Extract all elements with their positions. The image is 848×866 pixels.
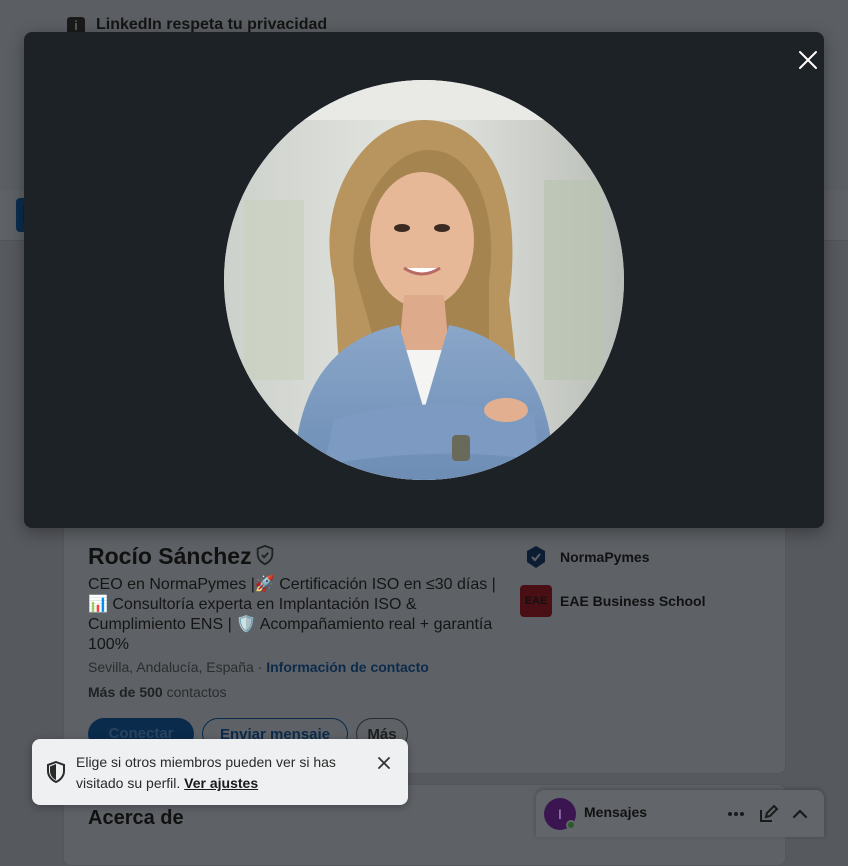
messaging-bar[interactable]: I Mensajes bbox=[536, 790, 824, 837]
separator: · bbox=[253, 659, 267, 675]
close-icon[interactable] bbox=[376, 755, 392, 771]
profile-photo-modal bbox=[24, 32, 824, 528]
compose-icon[interactable] bbox=[756, 802, 780, 826]
messaging-label: Mensajes bbox=[584, 804, 648, 820]
view-settings-link[interactable]: Ver ajustes bbox=[184, 775, 258, 791]
eae-logo-icon: EAE bbox=[520, 585, 552, 617]
shield-icon bbox=[47, 761, 65, 783]
profile-headline: CEO en NormaPymes |🚀 Certificación ISO e… bbox=[88, 576, 496, 653]
normapymes-logo-icon bbox=[527, 546, 545, 568]
eae-logo-text: EAE bbox=[524, 595, 548, 607]
close-icon[interactable] bbox=[796, 48, 820, 72]
contact-info-link[interactable]: Información de contacto bbox=[266, 659, 429, 675]
about-title: Acerca de bbox=[88, 807, 184, 829]
verified-shield-icon[interactable] bbox=[254, 544, 276, 566]
school-name: EAE Business School bbox=[560, 593, 706, 609]
profile-photo-image bbox=[224, 80, 624, 480]
chevron-up-icon[interactable] bbox=[788, 802, 812, 826]
more-options-icon[interactable] bbox=[724, 802, 748, 826]
connections-number: Más de 500 bbox=[88, 684, 163, 700]
profile-location-line: Sevilla, Andalucía, España · Información… bbox=[88, 659, 429, 675]
privacy-toast: Elige si otros miembros pueden ver si ha… bbox=[32, 739, 408, 805]
company-name: NormaPymes bbox=[560, 549, 650, 565]
toast-message: Elige si otros miembros pueden ver si ha… bbox=[76, 752, 366, 794]
profile-name: Rocío Sánchez bbox=[88, 543, 252, 569]
connections-count[interactable]: Más de 500 contactos bbox=[88, 684, 227, 700]
online-status-dot bbox=[566, 820, 576, 830]
connections-label: contactos bbox=[162, 684, 227, 700]
profile-location: Sevilla, Andalucía, España bbox=[88, 659, 254, 675]
profile-photo bbox=[224, 80, 624, 480]
